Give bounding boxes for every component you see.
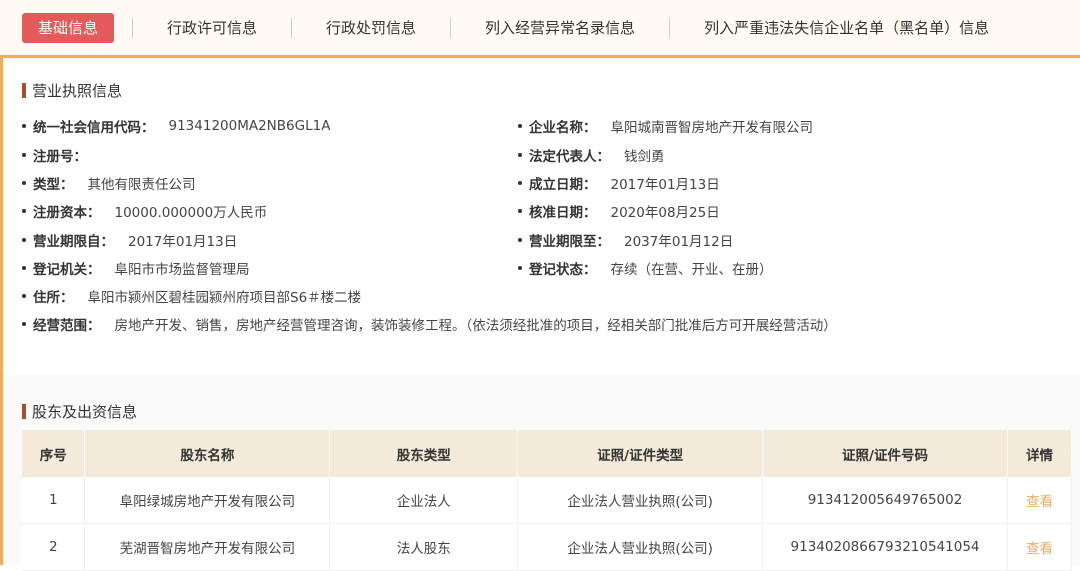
tab-divider xyxy=(132,17,134,38)
license-section-title: 营业执照信息 xyxy=(22,80,122,101)
cell-index: 1 xyxy=(22,477,86,524)
bullet-icon xyxy=(22,294,26,298)
cell-detail: 查看 xyxy=(1007,523,1072,571)
cell-type: 法人股东 xyxy=(329,523,519,571)
bullet-icon xyxy=(22,266,26,270)
bullet-icon xyxy=(22,238,26,242)
view-detail-link[interactable]: 查看 xyxy=(1026,494,1053,510)
tab-admin-penalty[interactable]: 行政处罚信息 xyxy=(310,13,432,43)
shareholder-section-title: 股东及出资信息 xyxy=(22,401,137,422)
tab-divider xyxy=(450,17,452,38)
bullet-icon xyxy=(518,238,522,242)
bullet-icon xyxy=(22,124,26,128)
bullet-icon xyxy=(22,209,26,213)
tab-divider xyxy=(669,17,671,38)
field-legal-rep: 法定代表人： 钱剑勇 xyxy=(518,145,665,165)
table-row: 1 阜阳绿城房地产开发有限公司 企业法人 企业法人营业执照(公司) 913412… xyxy=(22,477,1072,524)
field-term-from: 营业期限自： 2017年01月13日 xyxy=(22,230,237,250)
tab-bar: 基础信息 行政许可信息 行政处罚信息 列入经营异常名录信息 列入严重违法失信企业… xyxy=(0,0,1080,58)
tab-divider xyxy=(291,17,293,38)
field-term-to: 营业期限至： 2037年01月12日 xyxy=(518,230,733,250)
table-row: 2 芜湖晋智房地产开发有限公司 法人股东 企业法人营业执照(公司) 913402… xyxy=(22,523,1072,571)
bullet-icon xyxy=(518,266,522,270)
title-marker xyxy=(22,404,26,419)
bullet-icon xyxy=(518,153,522,157)
tab-abnormal-list[interactable]: 列入经营异常名录信息 xyxy=(469,13,651,43)
field-reg-no: 注册号： xyxy=(22,145,101,165)
cell-cert-no: 913412005649765002 xyxy=(762,477,1008,524)
cell-cert-no: 91340208667932105410​54 xyxy=(762,523,1008,571)
shareholder-table: 序号 股东名称 股东类型 证照/证件类型 证照/证件号码 详情 1 阜阳绿城房地… xyxy=(22,430,1072,571)
cell-cert-type: 企业法人营业执照(公司) xyxy=(517,523,764,571)
tab-blacklist[interactable]: 列入严重违法失信企业名单（黑名单）信息 xyxy=(688,13,1005,43)
col-header-detail: 详情 xyxy=(1007,430,1072,477)
bullet-icon xyxy=(22,322,26,326)
bullet-icon xyxy=(518,181,522,185)
cell-detail: 查看 xyxy=(1007,477,1072,524)
field-company-name: 企业名称： 阜阳城南晋智房地产开发有限公司 xyxy=(518,116,813,136)
field-authority: 登记机关： 阜阳市市场监督管理局 xyxy=(22,258,250,278)
tab-basic-info[interactable]: 基础信息 xyxy=(22,12,115,43)
field-approve-date: 核准日期： 2020年08月25日 xyxy=(518,201,720,221)
bullet-icon xyxy=(22,181,26,185)
cell-name: 芜湖晋智房地产开发有限公司 xyxy=(84,523,331,571)
col-header-cert-no: 证照/证件号码 xyxy=(762,430,1008,477)
field-credit-code: 统一社会信用代码： 91341200MA2NB6GL1A xyxy=(22,116,330,136)
cell-cert-type: 企业法人营业执照(公司) xyxy=(517,477,764,524)
cell-type: 企业法人 xyxy=(329,477,519,524)
bullet-icon xyxy=(518,124,522,128)
bullet-icon xyxy=(22,153,26,157)
field-capital: 注册资本： 10000.000000万人民币 xyxy=(22,201,267,221)
cell-index: 2 xyxy=(22,523,86,571)
title-marker xyxy=(22,83,26,98)
field-type: 类型： 其他有限责任公司 xyxy=(22,173,196,193)
col-header-index: 序号 xyxy=(22,430,86,477)
field-scope: 经营范围： 房地产开发、销售，房地产经营管理咨询，装饰装修工程。（依法须经批准的… xyxy=(22,314,837,334)
cell-name: 阜阳绿城房地产开发有限公司 xyxy=(84,477,331,524)
col-header-type: 股东类型 xyxy=(329,430,519,477)
field-est-date: 成立日期： 2017年01月13日 xyxy=(518,173,720,193)
field-address: 住所： 阜阳市颍州区碧桂园颍州府项目部S6＃楼二楼 xyxy=(22,286,361,306)
table-header-row: 序号 股东名称 股东类型 证照/证件类型 证照/证件号码 详情 xyxy=(22,430,1072,477)
field-status: 登记状态： 存续（在营、开业、在册） xyxy=(518,258,773,278)
col-header-name: 股东名称 xyxy=(84,430,331,477)
tab-admin-license[interactable]: 行政许可信息 xyxy=(151,13,273,43)
view-detail-link[interactable]: 查看 xyxy=(1026,541,1053,557)
bullet-icon xyxy=(518,209,522,213)
col-header-cert-type: 证照/证件类型 xyxy=(517,430,764,477)
